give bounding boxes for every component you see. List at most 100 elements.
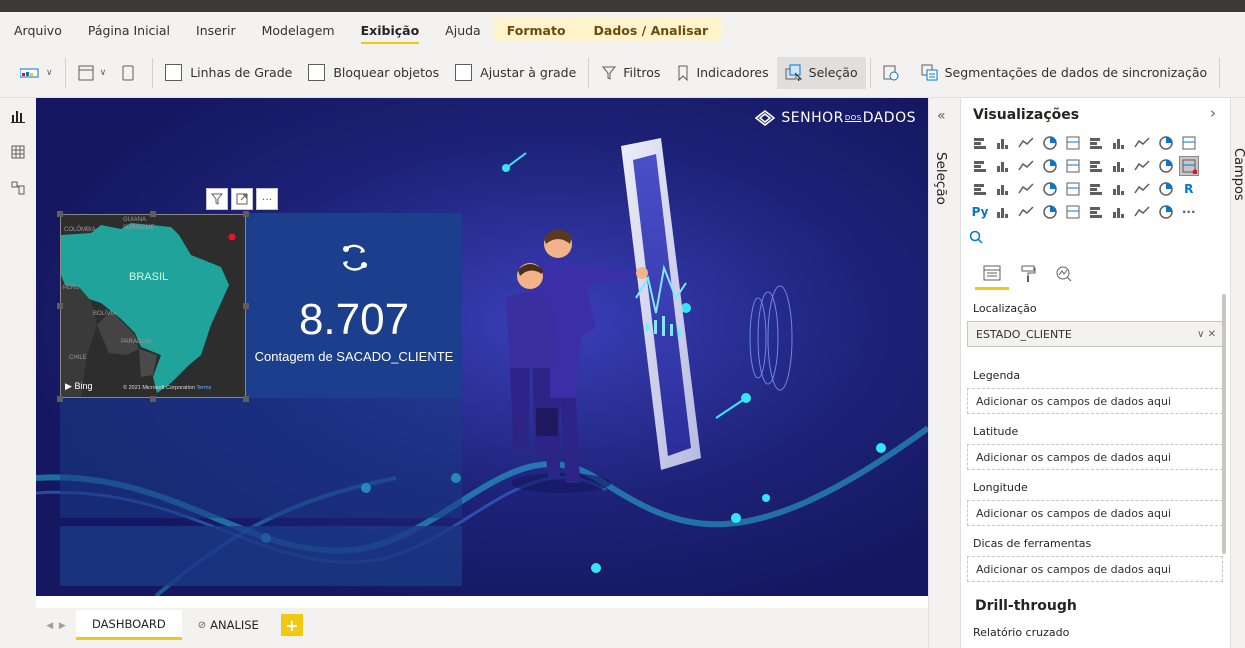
line-clustered-column-icon[interactable] — [971, 157, 989, 175]
arcgis-icon[interactable] — [1133, 203, 1151, 221]
menu-dados-analisar[interactable]: Dados / Analisar — [594, 23, 709, 38]
stacked-bar-icon[interactable] — [971, 134, 989, 152]
pie-icon[interactable] — [1087, 157, 1105, 175]
prev-icon[interactable]: ◀ — [46, 621, 53, 631]
waterfall-icon[interactable] — [1017, 157, 1035, 175]
qa-icon[interactable] — [1041, 203, 1059, 221]
ribbon-icon[interactable] — [994, 157, 1012, 175]
performance-analyzer-button[interactable] — [875, 57, 913, 89]
visual-filter-button[interactable] — [206, 188, 228, 210]
location-well[interactable]: ESTADO_CLIENTE ∨ ✕ — [967, 321, 1223, 347]
slicer-icon[interactable] — [1110, 180, 1128, 198]
resize-handle[interactable] — [243, 303, 249, 309]
next-icon[interactable]: ▶ — [59, 621, 66, 631]
tooltips-well[interactable]: Adicionar os campos de dados aqui — [967, 556, 1223, 582]
line-icon[interactable] — [1110, 134, 1128, 152]
kpi-label: Contagem de SACADO_CLIENTE — [254, 349, 454, 364]
map-visual[interactable]: COLÔMBIA GUIANA SURINAME BRASIL PERU BOL… — [60, 214, 246, 398]
format-tab[interactable] — [1011, 258, 1045, 290]
sync-clients-icon — [342, 244, 367, 271]
terms-link[interactable]: Terms — [196, 385, 211, 391]
matrix-icon[interactable] — [1157, 180, 1175, 198]
selection-pane-collapsed[interactable]: « Seleção — [928, 98, 960, 648]
legend-well[interactable]: Adicionar os campos de dados aqui — [967, 388, 1223, 414]
menu-exibicao[interactable]: Exibição — [360, 15, 419, 46]
more-icon[interactable]: ··· — [1180, 203, 1198, 221]
decomposition-tree-icon[interactable] — [1017, 203, 1035, 221]
collapse-pane-icon[interactable]: › — [1210, 104, 1216, 122]
scatter-icon[interactable] — [1064, 157, 1082, 175]
python-visual-icon[interactable]: Py — [971, 203, 989, 221]
funnel-icon[interactable] — [1041, 157, 1059, 175]
theme-dropdown[interactable]: ∨ — [12, 57, 61, 89]
paginated-icon[interactable] — [1087, 203, 1105, 221]
resize-handle[interactable] — [243, 211, 249, 217]
azure-map-icon[interactable] — [994, 180, 1012, 198]
add-page-button[interactable]: + — [280, 614, 303, 636]
pane-scrollbar[interactable] — [1222, 294, 1226, 554]
power-automate-icon[interactable] — [1157, 203, 1175, 221]
table-icon[interactable] — [1133, 180, 1151, 198]
model-view-button[interactable] — [0, 170, 36, 206]
clustered-column-icon[interactable] — [1041, 134, 1059, 152]
menu-pagina-inicial[interactable]: Página Inicial — [88, 15, 170, 46]
gridlines-checkbox[interactable]: Linhas de Grade — [157, 57, 300, 89]
resize-handle[interactable] — [150, 211, 156, 217]
menu-formato[interactable]: Formato — [507, 23, 566, 38]
selection-button[interactable]: Seleção — [776, 56, 866, 89]
search-icon[interactable] — [969, 230, 983, 247]
tab-analise[interactable]: ⊘ ANALISE — [182, 610, 275, 640]
data-view-button[interactable] — [0, 134, 36, 170]
multi-row-card-icon[interactable] — [1064, 180, 1082, 198]
card-icon[interactable] — [1041, 180, 1059, 198]
remove-field-icon[interactable]: ∨ ✕ — [1197, 329, 1216, 340]
menu-inserir[interactable]: Inserir — [196, 15, 236, 46]
page-nav[interactable]: ◀ ▶ — [36, 612, 76, 640]
expand-pane-icon[interactable]: « — [937, 108, 946, 124]
latitude-well[interactable]: Adicionar os campos de dados aqui — [967, 444, 1223, 470]
fields-pane-collapsed[interactable]: Campos — [1230, 98, 1245, 648]
stacked-column-icon[interactable] — [994, 134, 1012, 152]
sync-slicers-button[interactable]: Segmentações de dados de sincronização — [913, 57, 1216, 89]
smart-narrative-icon[interactable] — [1064, 203, 1082, 221]
power-apps-icon[interactable] — [1110, 203, 1128, 221]
map-icon[interactable] — [1157, 157, 1175, 175]
100-column-icon[interactable] — [1087, 134, 1105, 152]
focus-mode-button[interactable] — [231, 188, 253, 210]
r-visual-icon[interactable]: R — [1180, 180, 1198, 198]
page-view-dropdown[interactable]: ∨ — [70, 57, 115, 89]
donut-icon[interactable] — [1110, 157, 1128, 175]
treemap-icon[interactable] — [1133, 157, 1151, 175]
kpi-card[interactable]: 8.707 Contagem de SACADO_CLIENTE — [246, 213, 462, 398]
menu-arquivo[interactable]: Arquivo — [14, 15, 62, 46]
more-options-button[interactable]: ··· — [256, 188, 278, 210]
mobile-layout-button[interactable] — [114, 57, 148, 89]
filters-button[interactable]: Filtros — [593, 57, 668, 89]
area-icon[interactable] — [1133, 134, 1151, 152]
menu-modelagem[interactable]: Modelagem — [262, 15, 335, 46]
resize-handle[interactable] — [243, 396, 249, 402]
shape-map-icon[interactable] — [971, 180, 989, 198]
filled-map-icon[interactable] — [1178, 156, 1199, 176]
snap-to-grid-checkbox[interactable]: Ajustar à grade — [447, 57, 584, 89]
key-influencers-icon[interactable] — [994, 203, 1012, 221]
line-column-icon[interactable] — [1180, 134, 1198, 152]
kpi-icon[interactable] — [1087, 180, 1105, 198]
longitude-well[interactable]: Adicionar os campos de dados aqui — [967, 500, 1223, 526]
clustered-bar-icon[interactable] — [1017, 134, 1035, 152]
analytics-tab[interactable] — [1047, 258, 1081, 290]
resize-handle[interactable] — [57, 211, 63, 217]
bookmarks-button[interactable]: Indicadores — [668, 57, 776, 89]
100-bar-icon[interactable] — [1064, 134, 1082, 152]
tab-dashboard[interactable]: DASHBOARD — [76, 610, 182, 640]
gauge-icon[interactable] — [1017, 180, 1035, 198]
fields-tab[interactable] — [975, 258, 1009, 290]
report-canvas[interactable]: SENHOR DOS DADOS 8.707 Contagem de SACAD… — [36, 98, 928, 596]
resize-handle[interactable] — [57, 396, 63, 402]
report-view-button[interactable] — [0, 98, 36, 134]
lock-objects-checkbox[interactable]: Bloquear objetos — [300, 57, 447, 89]
resize-handle[interactable] — [150, 396, 156, 402]
resize-handle[interactable] — [57, 303, 63, 309]
stacked-area-icon[interactable] — [1157, 134, 1175, 152]
menu-ajuda[interactable]: Ajuda — [445, 15, 481, 46]
